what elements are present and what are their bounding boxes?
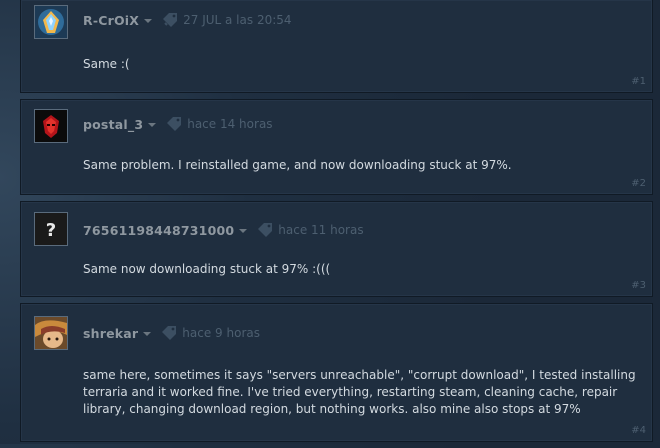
chevron-down-icon[interactable] xyxy=(143,332,152,336)
tag-icon xyxy=(161,326,177,340)
chevron-down-icon[interactable] xyxy=(148,123,157,127)
tag-icon xyxy=(162,13,178,27)
author-line: 76561198448731000 hace 11 horas xyxy=(83,220,364,240)
author-name[interactable]: postal_3 xyxy=(83,117,143,132)
avatar[interactable] xyxy=(34,5,68,39)
comment-text: Same now downloading stuck at 97% :((( xyxy=(83,262,331,276)
tag-icon xyxy=(257,223,273,237)
timestamp[interactable]: hace 11 horas xyxy=(278,223,363,237)
question-mark-avatar-icon: ? xyxy=(35,213,67,245)
crystal-avatar-icon xyxy=(35,6,67,38)
chevron-down-icon[interactable] xyxy=(144,19,153,23)
author-line: R-CrOiX 27 JUL a las 20:54 xyxy=(83,10,292,30)
author-name[interactable]: 76561198448731000 xyxy=(83,223,234,238)
comment-number[interactable]: #1 xyxy=(631,76,646,87)
comment-text: Same :( xyxy=(83,57,130,71)
timestamp[interactable]: hace 14 horas xyxy=(187,117,272,131)
author-name[interactable]: R-CrOiX xyxy=(83,13,139,28)
comment-post: ? 76561198448731000 hace 11 horas Same n… xyxy=(20,201,653,297)
comment-thread: R-CrOiX 27 JUL a las 20:54 Same :( #1 po… xyxy=(20,0,653,448)
author-name[interactable]: shrekar xyxy=(83,326,138,341)
comment-post: R-CrOiX 27 JUL a las 20:54 Same :( #1 xyxy=(20,0,653,93)
avatar[interactable] xyxy=(34,316,68,350)
anime-character-avatar-icon xyxy=(35,317,67,349)
comment-number[interactable]: #3 xyxy=(631,280,646,291)
svg-text:?: ? xyxy=(46,220,56,241)
tag-icon xyxy=(166,117,182,131)
author-line: postal_3 hace 14 horas xyxy=(83,114,273,134)
timestamp[interactable]: hace 9 horas xyxy=(182,326,260,340)
red-mask-avatar-icon xyxy=(35,110,67,142)
comment-post: shrekar hace 9 horas same here, sometime… xyxy=(20,303,653,442)
comment-number[interactable]: #4 xyxy=(631,425,646,436)
author-line: shrekar hace 9 horas xyxy=(83,323,260,343)
chevron-down-icon[interactable] xyxy=(239,229,248,233)
avatar[interactable]: ? xyxy=(34,212,68,246)
comment-text: Same problem. I reinstalled game, and no… xyxy=(83,158,512,172)
comment-text: same here, sometimes it says "servers un… xyxy=(83,368,636,416)
comment-number[interactable]: #2 xyxy=(631,178,646,189)
comment-post: postal_3 hace 14 horas Same problem. I r… xyxy=(20,99,653,195)
avatar[interactable] xyxy=(34,109,68,143)
timestamp[interactable]: 27 JUL a las 20:54 xyxy=(183,13,291,27)
